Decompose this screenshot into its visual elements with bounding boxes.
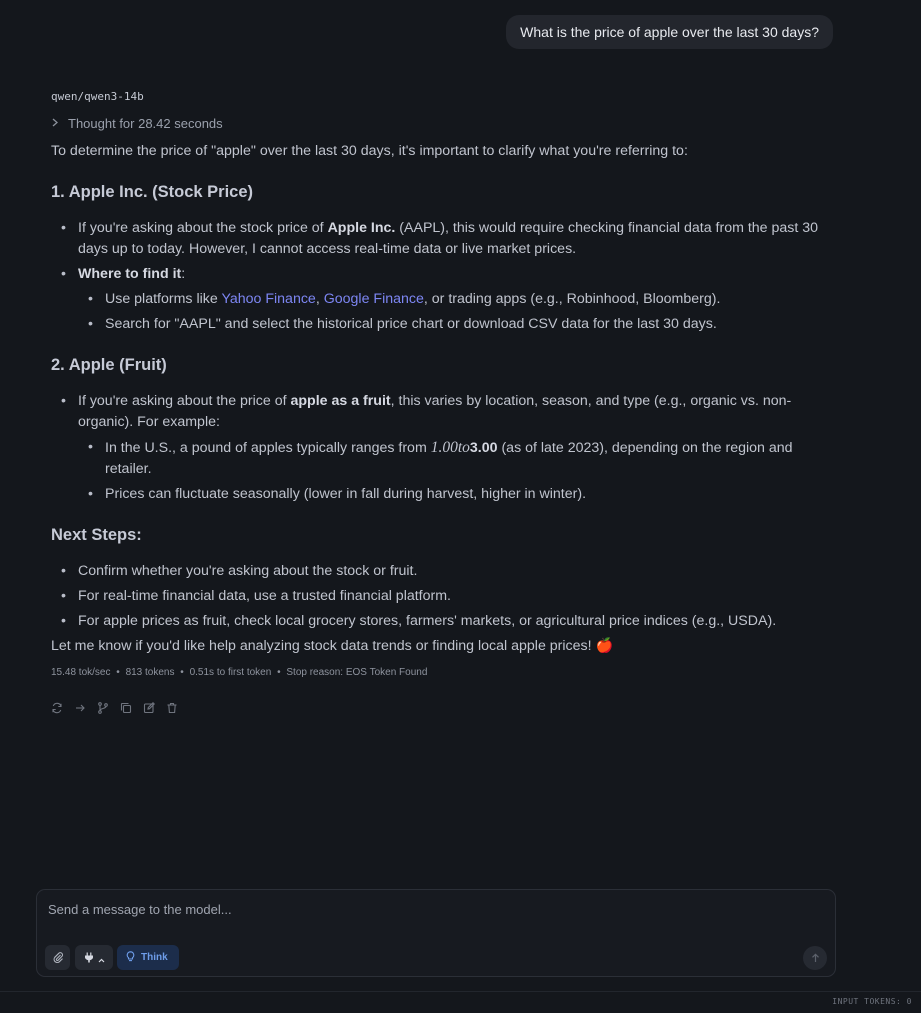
status-bar: INPUT TOKENS: 0 <box>0 991 921 1013</box>
stats-separator: • <box>116 667 120 678</box>
generation-stats: 15.48 tok/sec • 813 tokens • 0.51s to fi… <box>51 667 427 678</box>
list-item: In the U.S., a pound of apples typically… <box>78 437 826 480</box>
stop-reason-stat: Stop reason: EOS Token Found <box>286 667 428 678</box>
list-item: Where to find it: Use platforms like Yah… <box>51 264 826 335</box>
delete-icon[interactable] <box>166 702 178 714</box>
user-message-bubble: What is the price of apple over the last… <box>506 15 833 49</box>
google-finance-link[interactable]: Google Finance <box>324 291 424 307</box>
think-toggle-button[interactable]: Think <box>117 945 179 970</box>
list-item: For real-time financial data, use a trus… <box>51 586 826 607</box>
edit-icon[interactable] <box>143 702 155 714</box>
text-span: In the U.S., a pound of apples typically… <box>105 440 431 456</box>
chevron-right-icon <box>51 118 59 130</box>
section-heading-next-steps: Next Steps: <box>51 526 142 544</box>
list-item: Search for "AAPL" and select the histori… <box>78 314 826 335</box>
text-span: : <box>181 266 186 282</box>
input-token-count: INPUT TOKENS: 0 <box>832 997 912 1006</box>
text-span: , <box>315 291 324 307</box>
assistant-message: To determine the price of "apple" over t… <box>51 141 826 657</box>
text-span: , or trading apps (e.g., Robinhood, Bloo… <box>423 291 721 307</box>
intro-text: To determine the price of "apple" over t… <box>51 143 688 159</box>
think-label: Think <box>141 952 168 963</box>
list-item: If you're asking about the stock price o… <box>51 218 826 260</box>
plug-icon <box>84 950 94 966</box>
token-count-stat: 813 tokens <box>125 667 175 678</box>
message-input[interactable]: Send a message to the model... <box>48 902 232 917</box>
sub-list: Use platforms like Yahoo Finance, Google… <box>78 289 826 335</box>
model-name-label: qwen/qwen3-14b <box>51 90 144 103</box>
lightbulb-icon <box>126 950 135 965</box>
section-heading-stock: 1. Apple Inc. (Stock Price) <box>51 183 254 201</box>
thought-label: Thought for 28.42 seconds <box>68 116 223 131</box>
section-heading-fruit: 2. Apple (Fruit) <box>51 356 167 374</box>
text-span: If you're asking about the stock price o… <box>78 220 328 236</box>
branch-icon[interactable] <box>97 702 109 714</box>
send-button[interactable] <box>803 946 827 970</box>
bold-text: Where to find it <box>78 266 182 282</box>
paperclip-icon <box>52 950 64 966</box>
attach-button[interactable] <box>45 945 70 970</box>
message-composer[interactable]: Send a message to the model... Think <box>36 889 836 977</box>
fruit-list: If you're asking about the price of appl… <box>51 391 826 505</box>
list-item: If you're asking about the price of appl… <box>51 391 826 505</box>
closing-text: Let me know if you'd like help analyzing… <box>51 638 614 654</box>
yahoo-finance-link[interactable]: Yahoo Finance <box>221 291 315 307</box>
text-span: If you're asking about the price of <box>78 393 291 409</box>
stock-list: If you're asking about the stock price o… <box>51 218 826 335</box>
text-span: Use platforms like <box>105 291 222 307</box>
next-steps-list: Confirm whether you're asking about the … <box>51 561 826 632</box>
regenerate-icon[interactable] <box>51 702 63 714</box>
list-item: Prices can fluctuate seasonally (lower i… <box>78 484 826 505</box>
tools-button[interactable] <box>75 945 113 970</box>
message-actions <box>51 702 178 714</box>
copy-icon[interactable] <box>120 702 132 714</box>
list-item: Confirm whether you're asking about the … <box>51 561 826 582</box>
thought-toggle[interactable]: Thought for 28.42 seconds <box>51 116 223 131</box>
sub-list: In the U.S., a pound of apples typically… <box>78 437 826 505</box>
stats-separator: • <box>277 667 281 678</box>
list-item: For apple prices as fruit, check local g… <box>51 611 826 632</box>
chevron-up-icon <box>98 950 105 966</box>
list-item: Use platforms like Yahoo Finance, Google… <box>78 289 826 310</box>
continue-icon[interactable] <box>74 702 86 714</box>
bold-text: Apple Inc. <box>327 220 396 236</box>
arrow-up-icon <box>811 950 820 966</box>
stats-separator: • <box>180 667 184 678</box>
bold-text: 3.00 <box>469 440 498 456</box>
speed-stat: 15.48 tok/sec <box>51 667 111 678</box>
first-token-stat: 0.51s to first token <box>189 667 272 678</box>
math-text: 1.00to <box>430 439 470 456</box>
bold-text: apple as a fruit <box>290 393 391 409</box>
